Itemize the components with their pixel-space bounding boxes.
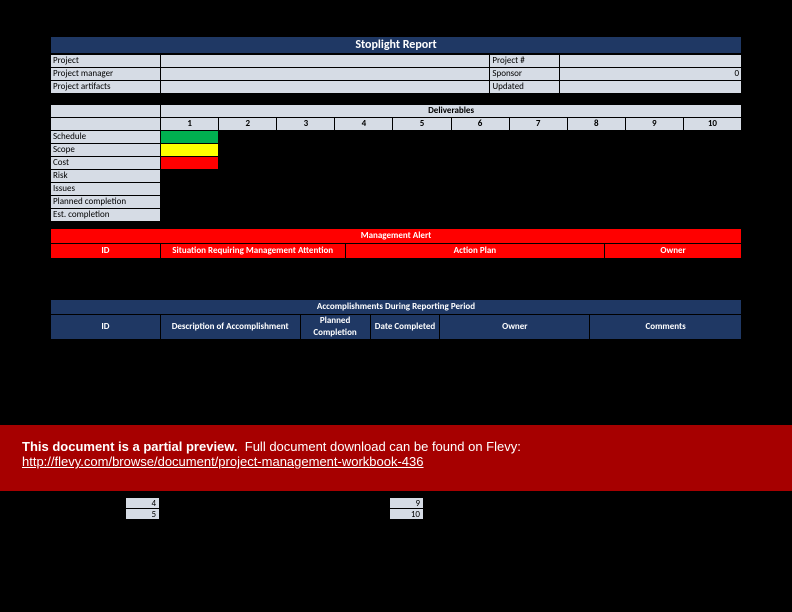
alert-col-situation: Situation Requiring Management Attention bbox=[160, 244, 345, 259]
accomp-col-date: Date Completed bbox=[370, 315, 440, 340]
row-issues: Issues bbox=[51, 183, 161, 196]
sponsor-value: 0 bbox=[560, 68, 742, 81]
artifacts-label: Project artifacts bbox=[51, 81, 161, 94]
bottom-left-block: 4 5 bbox=[125, 497, 160, 519]
bottom-cell-5: 5 bbox=[125, 508, 160, 520]
management-alert-table: Management Alert ID Situation Requiring … bbox=[50, 228, 742, 259]
project-value bbox=[160, 55, 489, 68]
project-number-value bbox=[560, 55, 742, 68]
alert-col-owner: Owner bbox=[605, 244, 742, 259]
accomp-col-comments: Comments bbox=[590, 315, 742, 340]
deliverables-table: Deliverables 1 2 3 4 5 6 7 8 9 10 Schedu… bbox=[50, 104, 742, 222]
pm-value bbox=[160, 68, 489, 81]
sponsor-label: Sponsor bbox=[490, 68, 560, 81]
row-cost: Cost bbox=[51, 157, 161, 170]
report-title: Stoplight Report bbox=[50, 36, 742, 54]
banner-rest: Full document download can be found on F… bbox=[245, 439, 521, 454]
updated-label: Updated bbox=[490, 81, 560, 94]
banner-link[interactable]: http://flevy.com/browse/document/project… bbox=[22, 454, 424, 469]
cost-1 bbox=[161, 157, 219, 170]
row-schedule: Schedule bbox=[51, 131, 161, 144]
updated-value bbox=[560, 81, 742, 94]
accomp-col-owner: Owner bbox=[440, 315, 590, 340]
col-1: 1 bbox=[161, 118, 219, 131]
accomp-title: Accomplishments During Reporting Period bbox=[51, 300, 742, 315]
alert-col-action: Action Plan bbox=[345, 244, 605, 259]
project-number-label: Project # bbox=[490, 55, 560, 68]
col-8: 8 bbox=[567, 118, 625, 131]
bottom-right-block: 9 10 bbox=[389, 497, 424, 519]
row-est: Est. completion bbox=[51, 209, 161, 222]
accomplishments-table: Accomplishments During Reporting Period … bbox=[50, 299, 742, 340]
deliverables-col-blank bbox=[51, 118, 161, 131]
schedule-1 bbox=[161, 131, 219, 144]
col-3: 3 bbox=[277, 118, 335, 131]
row-planned: Planned completion bbox=[51, 196, 161, 209]
row-risk: Risk bbox=[51, 170, 161, 183]
preview-banner: This document is a partial preview. Full… bbox=[0, 425, 792, 491]
col-2: 2 bbox=[219, 118, 277, 131]
col-9: 9 bbox=[625, 118, 683, 131]
deliverables-corner bbox=[51, 105, 161, 118]
pm-label: Project manager bbox=[51, 68, 161, 81]
alert-title: Management Alert bbox=[51, 229, 742, 244]
col-7: 7 bbox=[509, 118, 567, 131]
col-10: 10 bbox=[683, 118, 741, 131]
col-5: 5 bbox=[393, 118, 451, 131]
accomp-col-desc: Description of Accomplishment bbox=[160, 315, 300, 340]
scope-1 bbox=[161, 144, 219, 157]
deliverables-header: Deliverables bbox=[161, 105, 742, 118]
accomp-col-planned: Planned Completion bbox=[300, 315, 370, 340]
artifacts-value bbox=[160, 81, 489, 94]
project-label: Project bbox=[51, 55, 161, 68]
bottom-cell-10: 10 bbox=[389, 508, 424, 520]
banner-bold: This document is a partial preview. bbox=[22, 439, 238, 454]
project-info-table: Project Project # Project manager Sponso… bbox=[50, 54, 742, 94]
row-scope: Scope bbox=[51, 144, 161, 157]
col-4: 4 bbox=[335, 118, 393, 131]
alert-col-id: ID bbox=[51, 244, 161, 259]
accomp-col-id: ID bbox=[51, 315, 161, 340]
col-6: 6 bbox=[451, 118, 509, 131]
